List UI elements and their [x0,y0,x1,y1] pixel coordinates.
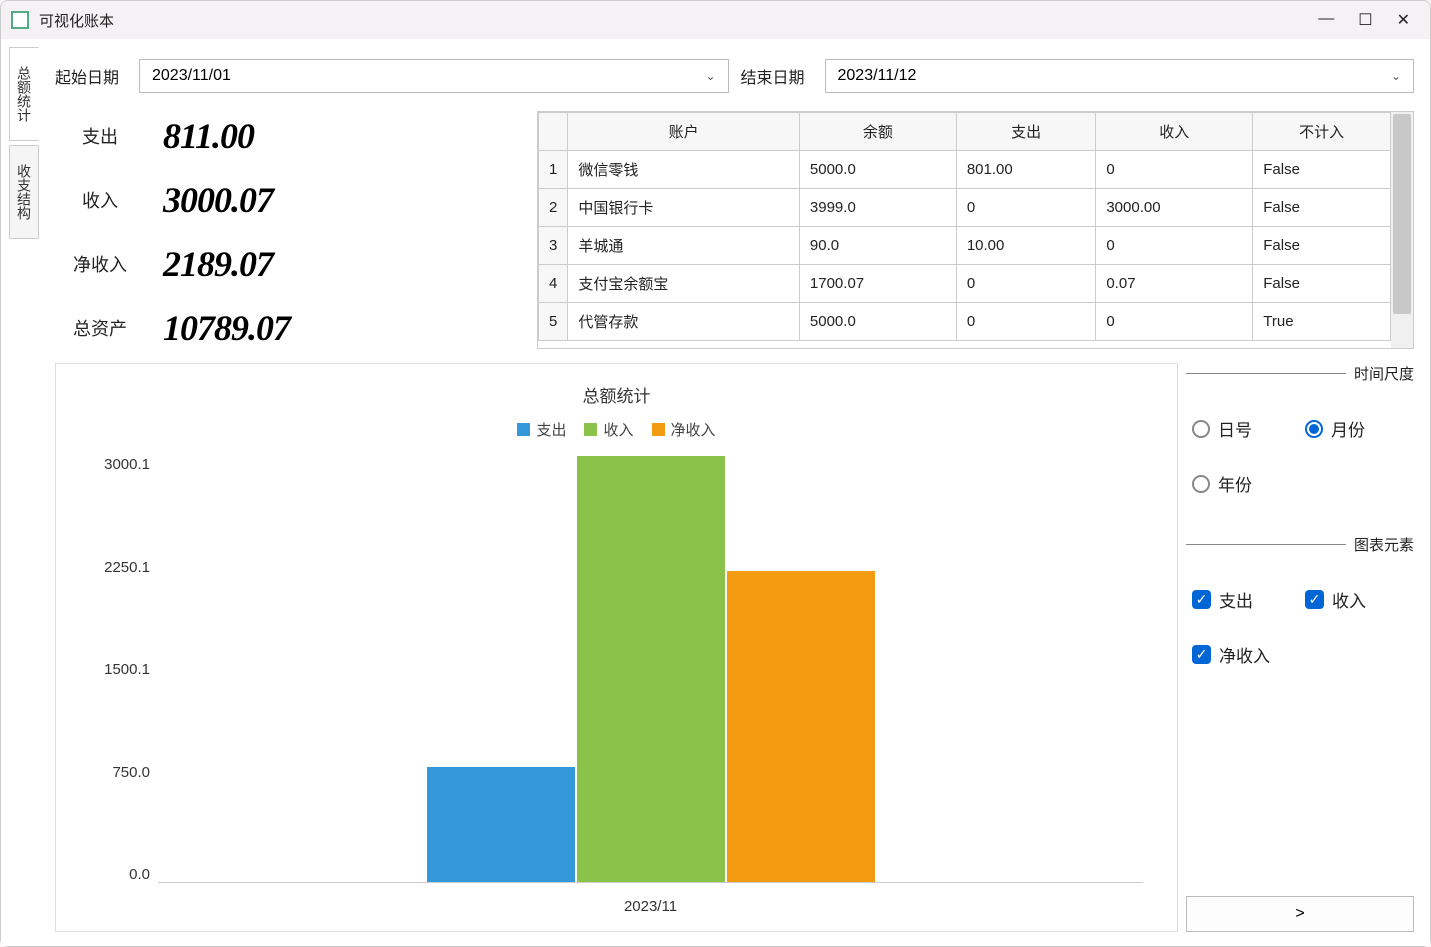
app-icon [11,11,29,29]
close-button[interactable]: ✕ [1397,10,1410,30]
radio-year[interactable]: 年份 [1192,471,1295,496]
table-cell: 羊城通 [568,227,800,265]
time-dimension-label: 时间尺度 [1354,363,1414,384]
end-date-select[interactable]: 2023/11/12 ⌄ [825,59,1415,93]
chart-title: 总额统计 [80,382,1153,407]
table-cell: 中国银行卡 [568,189,800,227]
table-row[interactable]: 5代管存款5000.000True [539,303,1391,341]
check-expense[interactable]: ✓支出 [1192,587,1295,612]
y-tick: 1500.1 [80,661,150,678]
table-cell: 1700.07 [799,265,956,303]
accounts-table-wrap: 账户余额支出收入不计入 1微信零钱5000.0801.000False2中国银行… [537,111,1414,349]
legend-item: 收入 [584,419,633,440]
expense-value: 811.00 [163,115,254,157]
table-header[interactable]: 余额 [799,113,956,151]
end-date-value: 2023/11/12 [838,67,917,85]
table-cell: 0 [956,303,1096,341]
table-cell: 0 [956,189,1096,227]
net-income-label: 净收入 [65,251,135,277]
y-tick: 0.0 [80,866,150,883]
row-index: 4 [539,265,568,303]
row-index: 1 [539,151,568,189]
table-cell: True [1253,303,1391,341]
table-cell: 90.0 [799,227,956,265]
check-income[interactable]: ✓收入 [1305,587,1408,612]
table-header[interactable]: 收入 [1096,113,1253,151]
table-cell: 801.00 [956,151,1096,189]
chart-container: 总额统计 支出收入净收入 0.0750.01500.12250.13000.1 … [55,363,1178,932]
chart-elements-label: 图表元素 [1354,534,1414,555]
row-index: 5 [539,303,568,341]
row-index: 3 [539,227,568,265]
table-row[interactable]: 4支付宝余额宝1700.0700.07False [539,265,1391,303]
table-cell: 5000.0 [799,303,956,341]
table-cell: 3999.0 [799,189,956,227]
window-title: 可视化账本 [39,10,114,31]
chevron-down-icon: ⌄ [705,69,715,83]
chart-legend: 支出收入净收入 [80,419,1153,440]
expense-label: 支出 [65,123,135,149]
radio-day[interactable]: 日号 [1192,416,1295,441]
table-row[interactable]: 2中国银行卡3999.003000.00False [539,189,1391,227]
chart-y-axis: 0.0 750.0 1500.1 2250.1 3000.1 [80,456,150,883]
net-income-value: 2189.07 [163,243,273,285]
table-cell: False [1253,227,1391,265]
income-label: 收入 [65,187,135,213]
legend-item: 支出 [517,419,566,440]
table-cell: 3000.00 [1096,189,1253,227]
minimize-button[interactable]: — [1318,10,1334,30]
chart-bar [427,767,575,882]
chart-bar [577,456,725,882]
next-button[interactable]: > [1186,896,1414,932]
table-cell: 0 [1096,303,1253,341]
summary-panel: 支出 811.00 收入 3000.07 净收入 2189.07 总资产 107… [55,111,525,349]
y-tick: 3000.1 [80,456,150,473]
tab-total-stats[interactable]: 总额统计 [9,47,39,141]
table-cell: False [1253,189,1391,227]
start-date-value: 2023/11/01 [152,67,231,85]
start-date-label: 起始日期 [55,64,127,88]
table-header[interactable]: 不计入 [1253,113,1391,151]
table-cell: False [1253,265,1391,303]
legend-item: 净收入 [652,419,716,440]
total-assets-label: 总资产 [65,315,135,341]
y-tick: 2250.1 [80,559,150,576]
table-header[interactable]: 支出 [956,113,1096,151]
titlebar: 可视化账本 — ☐ ✕ [1,1,1430,39]
y-tick: 750.0 [80,764,150,781]
start-date-select[interactable]: 2023/11/01 ⌄ [139,59,729,93]
row-index: 2 [539,189,568,227]
income-value: 3000.07 [163,179,273,221]
total-assets-value: 10789.07 [163,307,290,349]
tab-structure[interactable]: 收支结构 [9,145,39,239]
check-net[interactable]: ✓净收入 [1192,642,1295,667]
table-cell: False [1253,151,1391,189]
chevron-down-icon: ⌄ [1391,69,1401,83]
table-cell: 支付宝余额宝 [568,265,800,303]
table-cell: 10.00 [956,227,1096,265]
table-cell: 0 [1096,227,1253,265]
table-cell: 0 [1096,151,1253,189]
table-cell: 微信零钱 [568,151,800,189]
radio-month[interactable]: 月份 [1305,416,1408,441]
table-header[interactable]: 账户 [568,113,800,151]
table-cell: 0.07 [1096,265,1253,303]
table-row[interactable]: 3羊城通90.010.000False [539,227,1391,265]
end-date-label: 结束日期 [741,64,813,88]
chart-plot-area [158,456,1143,883]
table-cell: 代管存款 [568,303,800,341]
table-cell: 0 [956,265,1096,303]
chart-x-axis-label: 2023/11 [158,898,1143,915]
maximize-button[interactable]: ☐ [1358,10,1372,30]
accounts-table[interactable]: 账户余额支出收入不计入 1微信零钱5000.0801.000False2中国银行… [538,112,1391,341]
chart-bar [727,571,875,882]
table-scrollbar[interactable] [1391,112,1413,348]
table-row[interactable]: 1微信零钱5000.0801.000False [539,151,1391,189]
table-cell: 5000.0 [799,151,956,189]
